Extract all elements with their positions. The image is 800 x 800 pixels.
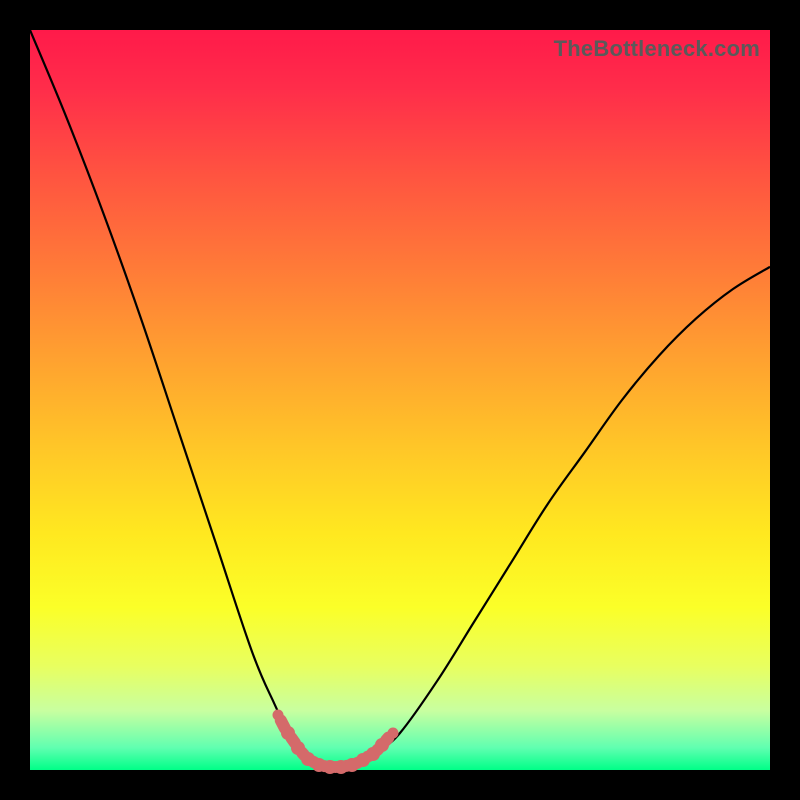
curve-marker-segment — [317, 759, 330, 773]
curve-marker-segment — [330, 761, 341, 773]
curve-marker — [301, 752, 315, 766]
plot-area: TheBottleneck.com — [30, 30, 770, 770]
curve-markers — [30, 30, 770, 770]
curve-marker-segment — [350, 755, 366, 771]
curve-marker — [334, 760, 348, 774]
curve-marker-segment — [378, 729, 397, 749]
curve-marker-segment — [360, 749, 376, 766]
curve-marker — [375, 738, 389, 752]
curve-marker — [291, 741, 305, 755]
curve-marker — [272, 709, 283, 720]
curve-marker-segment — [305, 754, 322, 771]
watermark-text: TheBottleneck.com — [554, 36, 760, 62]
curve-marker — [345, 758, 359, 772]
curve-marker-segment — [369, 740, 387, 758]
curve-marker — [281, 726, 295, 740]
curve-marker-segment — [293, 744, 312, 763]
curve-marker — [366, 747, 380, 761]
chart-container: TheBottleneck.com — [0, 0, 800, 800]
curve-marker-segment — [273, 712, 293, 736]
curve-marker — [312, 758, 326, 772]
curve-marker-segment — [340, 759, 353, 773]
bottleneck-curve — [30, 30, 770, 770]
curve-marker — [323, 760, 337, 774]
curve-marker — [356, 753, 370, 767]
curve-marker-segment — [283, 730, 303, 752]
curve-marker — [387, 728, 398, 739]
